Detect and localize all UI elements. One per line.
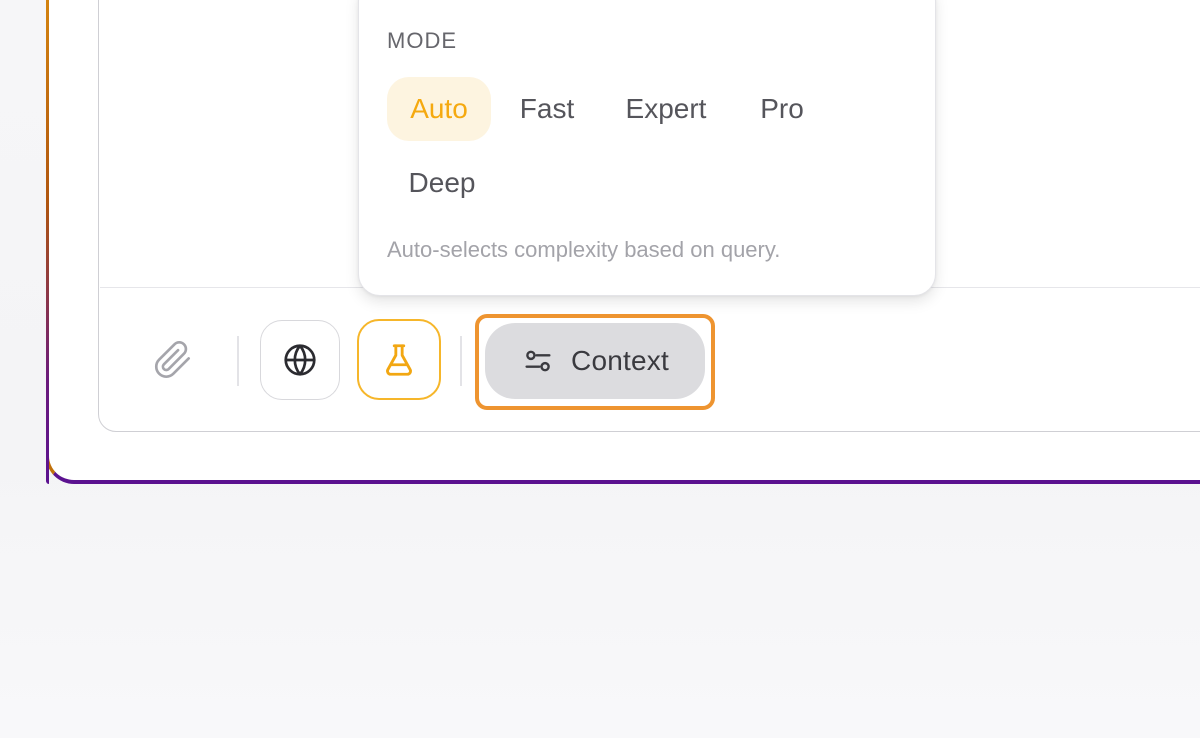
mode-heading: MODE — [387, 28, 457, 53]
lab-mode-button[interactable] — [357, 319, 441, 400]
mode-option-auto[interactable]: Auto — [387, 77, 491, 141]
mode-description: Auto-selects complexity based on query. — [387, 237, 781, 262]
context-button[interactable]: Context — [485, 323, 705, 399]
mode-option-deep[interactable]: Deep — [397, 151, 487, 215]
paperclip-icon — [153, 340, 193, 380]
globe-icon — [281, 341, 319, 379]
attach-button[interactable] — [148, 335, 198, 385]
mode-option-fast[interactable]: Fast — [507, 77, 587, 141]
mode-option-expert[interactable]: Expert — [613, 77, 719, 141]
web-search-button[interactable] — [260, 320, 340, 400]
flask-icon — [380, 341, 418, 379]
sliders-icon — [521, 344, 555, 378]
toolbar-separator — [460, 336, 462, 386]
mode-popover: MODE Auto Fast Expert Pro Deep Auto-sele… — [358, 0, 936, 296]
context-label: Context — [571, 345, 669, 376]
mode-option-pro[interactable]: Pro — [747, 77, 817, 141]
toolbar-separator — [237, 336, 239, 386]
